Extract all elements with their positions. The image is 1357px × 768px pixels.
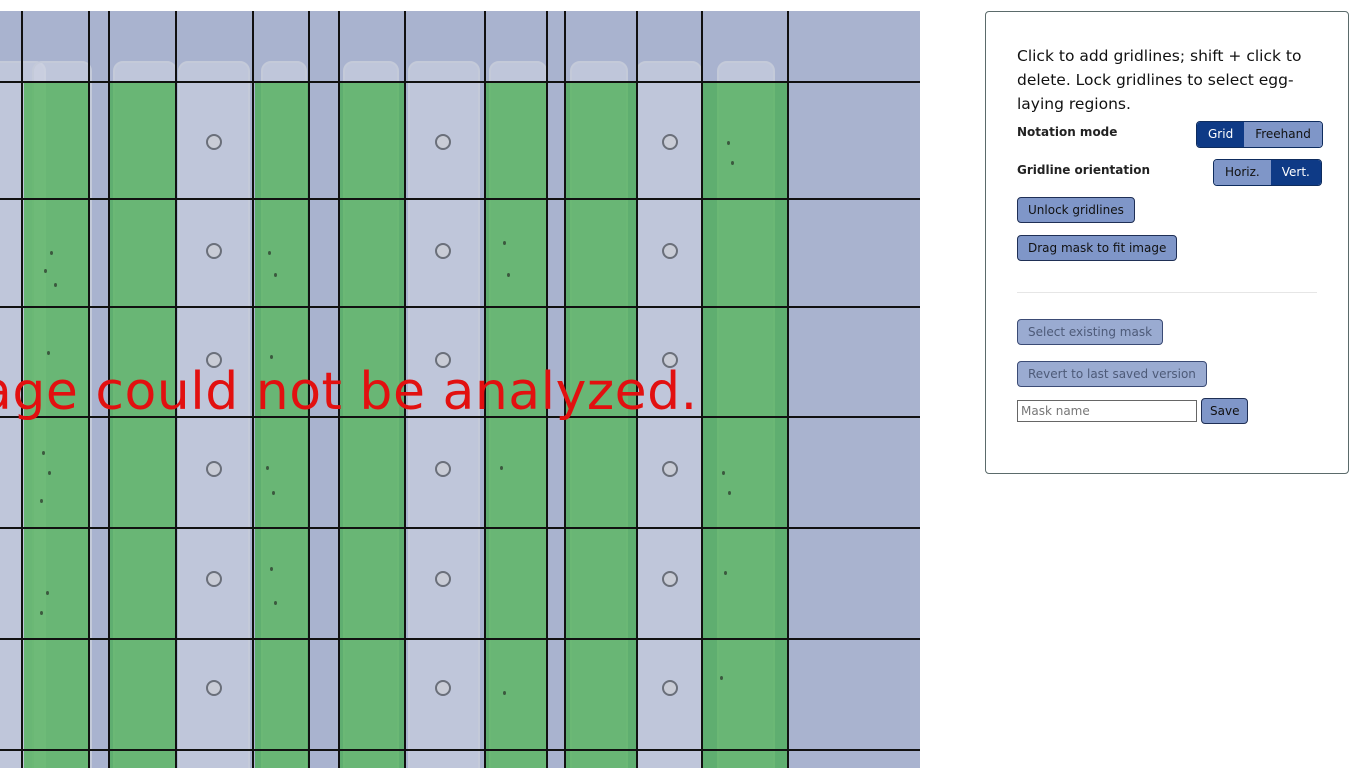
egg-speck [731,161,734,165]
horizontal-gridline[interactable] [0,81,920,83]
well [206,243,222,259]
well [662,680,678,696]
orientation-vertical-option[interactable]: Vert. [1270,160,1321,185]
gridline-orientation-toggle: Horiz. Vert. [1213,159,1322,186]
notation-mode-grid-option[interactable]: Grid [1197,122,1245,147]
horizontal-gridline[interactable] [0,306,920,308]
vertical-gridline[interactable] [701,11,703,768]
horizontal-gridline[interactable] [0,749,920,751]
egg-laying-region-mask[interactable] [566,82,636,768]
gridline-orientation-label: Gridline orientation [1017,163,1150,177]
notation-mode-toggle: Grid Freehand [1196,121,1323,148]
select-existing-mask-button[interactable]: Select existing mask [1017,319,1164,345]
orientation-horizontal-option[interactable]: Horiz. [1214,160,1271,185]
vertical-gridline[interactable] [787,11,789,768]
horizontal-gridline[interactable] [0,198,920,200]
egg-speck [724,571,727,575]
instructions-text: Click to add gridlines; shift + click to… [1017,47,1302,113]
well [435,571,451,587]
well [662,134,678,150]
analysis-error-message: age could not be analyzed. [0,362,698,422]
egg-speck [272,491,275,495]
mask-name-input[interactable] [1017,400,1197,422]
well [662,243,678,259]
egg-laying-region-mask[interactable] [110,82,176,768]
unlock-gridlines-button[interactable]: Unlock gridlines [1017,197,1135,223]
drag-mask-button[interactable]: Drag mask to fit image [1017,235,1178,261]
egg-speck [274,601,277,605]
egg-speck [274,273,277,277]
notation-mode-label: Notation mode [1017,125,1118,139]
egg-laying-region-mask[interactable] [255,82,309,768]
well [435,243,451,259]
egg-speck [40,611,43,615]
egg-laying-region-mask[interactable] [24,82,88,768]
egg-laying-region-mask[interactable] [486,82,547,768]
egg-speck [50,251,53,255]
well [435,461,451,477]
egg-laying-region-mask[interactable] [339,82,404,768]
well [206,680,222,696]
egg-speck [507,273,510,277]
well [435,680,451,696]
revert-to-saved-button[interactable]: Revert to last saved version [1017,361,1207,387]
egg-speck [268,251,271,255]
egg-speck [266,466,269,470]
well [662,461,678,477]
notation-mode-freehand-option[interactable]: Freehand [1244,122,1322,147]
egg-laying-region-mask[interactable] [702,82,788,768]
egg-speck [503,241,506,245]
well [435,134,451,150]
well [206,571,222,587]
egg-speck [503,691,506,695]
egg-speck [722,471,725,475]
egg-speck [270,567,273,571]
egg-speck [500,466,503,470]
save-button[interactable]: Save [1201,398,1249,424]
horizontal-gridline[interactable] [0,527,920,529]
panel-divider [1017,292,1317,293]
egg-speck [48,471,51,475]
egg-speck [40,499,43,503]
egg-speck [47,351,50,355]
egg-speck [270,355,273,359]
egg-speck [54,283,57,287]
control-panel: Click to add gridlines; shift + click to… [985,11,1349,474]
well [206,134,222,150]
egg-speck [42,451,45,455]
egg-speck [720,676,723,680]
egg-speck [46,591,49,595]
horizontal-gridline[interactable] [0,638,920,640]
well [206,461,222,477]
egg-speck [727,141,730,145]
well [662,571,678,587]
egg-speck [728,491,731,495]
image-canvas[interactable]: age could not be analyzed. [0,11,920,768]
egg-speck [44,269,47,273]
